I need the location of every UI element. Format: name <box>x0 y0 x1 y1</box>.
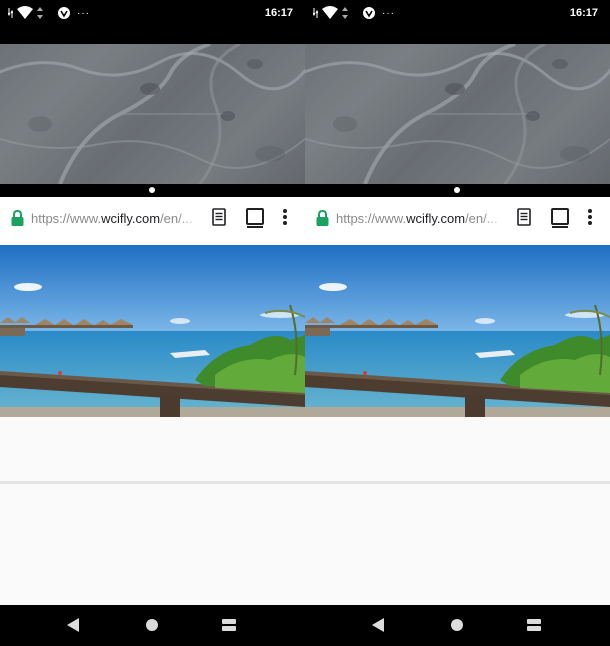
status-time: 16:17 <box>569 7 598 19</box>
tab-switcher-icon[interactable] <box>246 208 264 228</box>
page-indicator-strip <box>305 184 610 197</box>
reader-mode-icon[interactable] <box>212 208 226 226</box>
system-navigation-bar <box>0 605 305 646</box>
signal-icon <box>342 7 348 19</box>
vpn-shield-icon <box>363 7 375 19</box>
more-menu-icon[interactable] <box>587 208 593 226</box>
home-icon[interactable] <box>450 617 464 633</box>
status-time: 16:17 <box>264 7 293 19</box>
tab-switcher-icon[interactable] <box>551 208 569 228</box>
status-bar: ··· 16:17 <box>0 0 305 44</box>
status-bar: ··· 16:17 <box>305 0 610 44</box>
url-domain: wcifly.com <box>101 211 161 226</box>
phone-pane-right: ··· 16:17 https://www.wcifly.com/en/... <box>305 0 610 646</box>
browser-toolbar: https://www.wcifly.com/en/... <box>0 197 305 242</box>
recents-icon[interactable] <box>526 617 542 633</box>
page-indicator-dot <box>149 187 155 193</box>
recents-icon[interactable] <box>221 617 237 633</box>
page-indicator-dot <box>454 187 460 193</box>
wifi-icon <box>322 6 338 19</box>
signal-icon <box>37 7 43 19</box>
status-icons: ··· <box>313 5 395 21</box>
beach-photo <box>0 245 305 417</box>
more-menu-icon[interactable] <box>282 208 288 226</box>
page-content-area <box>305 417 610 605</box>
back-icon[interactable] <box>66 617 80 633</box>
wifi-icon <box>17 6 33 19</box>
back-icon[interactable] <box>371 617 385 633</box>
url-path: /en/... <box>160 211 193 226</box>
phone-pane-left: ··· 16:17 https://www.wcifly.com/en/... <box>0 0 305 646</box>
url-prefix: https://www. <box>336 211 407 226</box>
status-overflow-indicator: ··· <box>382 7 395 19</box>
lock-icon <box>11 210 24 226</box>
lock-icon <box>316 210 329 226</box>
status-icons: ··· <box>8 5 90 21</box>
previous-page-image <box>305 44 610 184</box>
content-divider <box>0 481 305 484</box>
url-prefix: https://www. <box>31 211 102 226</box>
url-bar[interactable]: https://www.wcifly.com/en/... <box>336 211 508 226</box>
status-overflow-indicator: ··· <box>77 7 90 19</box>
previous-page-image <box>0 44 305 184</box>
data-arrows-icon <box>313 8 318 18</box>
content-divider <box>305 481 610 484</box>
system-navigation-bar <box>305 605 610 646</box>
page-indicator-strip <box>0 184 305 197</box>
browser-toolbar: https://www.wcifly.com/en/... <box>305 197 610 242</box>
url-path: /en/... <box>465 211 498 226</box>
url-bar[interactable]: https://www.wcifly.com/en/... <box>31 211 203 226</box>
reader-mode-icon[interactable] <box>517 208 531 226</box>
data-arrows-icon <box>8 8 13 18</box>
beach-photo <box>305 245 610 417</box>
home-icon[interactable] <box>145 617 159 633</box>
url-domain: wcifly.com <box>406 211 466 226</box>
page-content-area <box>0 417 305 605</box>
vpn-shield-icon <box>58 7 70 19</box>
